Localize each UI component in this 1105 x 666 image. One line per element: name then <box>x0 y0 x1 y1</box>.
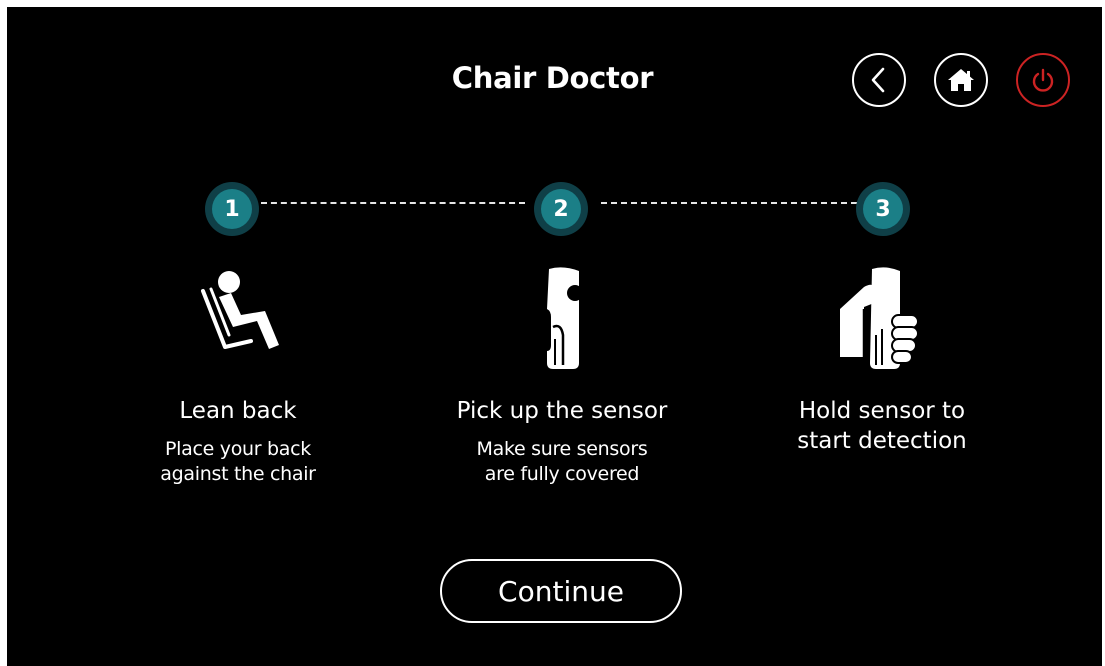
step-1-description-line1: Place your back <box>165 438 311 460</box>
step-badge-3: 3 <box>856 182 910 236</box>
step-badge-2: 2 <box>534 182 588 236</box>
power-button[interactable] <box>1016 53 1070 107</box>
step-connector-2-3 <box>601 202 857 204</box>
back-button[interactable] <box>852 53 906 107</box>
step-2-title: Pick up the sensor <box>456 398 668 424</box>
step-badge-1: 1 <box>205 182 259 236</box>
hand-holding-sensor-icon <box>840 267 919 369</box>
step-3-title-line1: Hold sensor to <box>798 398 966 424</box>
chevron-left-icon <box>871 67 885 93</box>
home-button[interactable] <box>934 53 988 107</box>
step-1-description-line2: against the chair <box>160 463 316 485</box>
home-icon <box>948 69 974 91</box>
app-screen: Chair Doctor 1 2 3 Lean back Place your … <box>7 7 1102 666</box>
reclining-person-icon <box>201 271 279 349</box>
step-number: 1 <box>212 189 252 229</box>
step-3-title-line2: start detection <box>797 428 967 454</box>
step-number: 3 <box>863 189 903 229</box>
step-2-description: Make sure sensors are fully covered <box>402 437 722 487</box>
continue-button[interactable]: Continue <box>440 559 682 623</box>
step-2-description-line2: are fully covered <box>484 463 640 485</box>
step-1-title: Lean back <box>179 398 297 424</box>
step-connector-1-2 <box>261 202 525 204</box>
sensor-handle-icon <box>547 267 583 369</box>
power-icon <box>1032 68 1054 92</box>
step-1-description: Place your back against the chair <box>78 437 398 487</box>
step-2-description-line1: Make sure sensors <box>476 438 648 460</box>
step-number: 2 <box>541 189 581 229</box>
step-3-title: Hold sensor to start detection <box>722 396 1042 456</box>
